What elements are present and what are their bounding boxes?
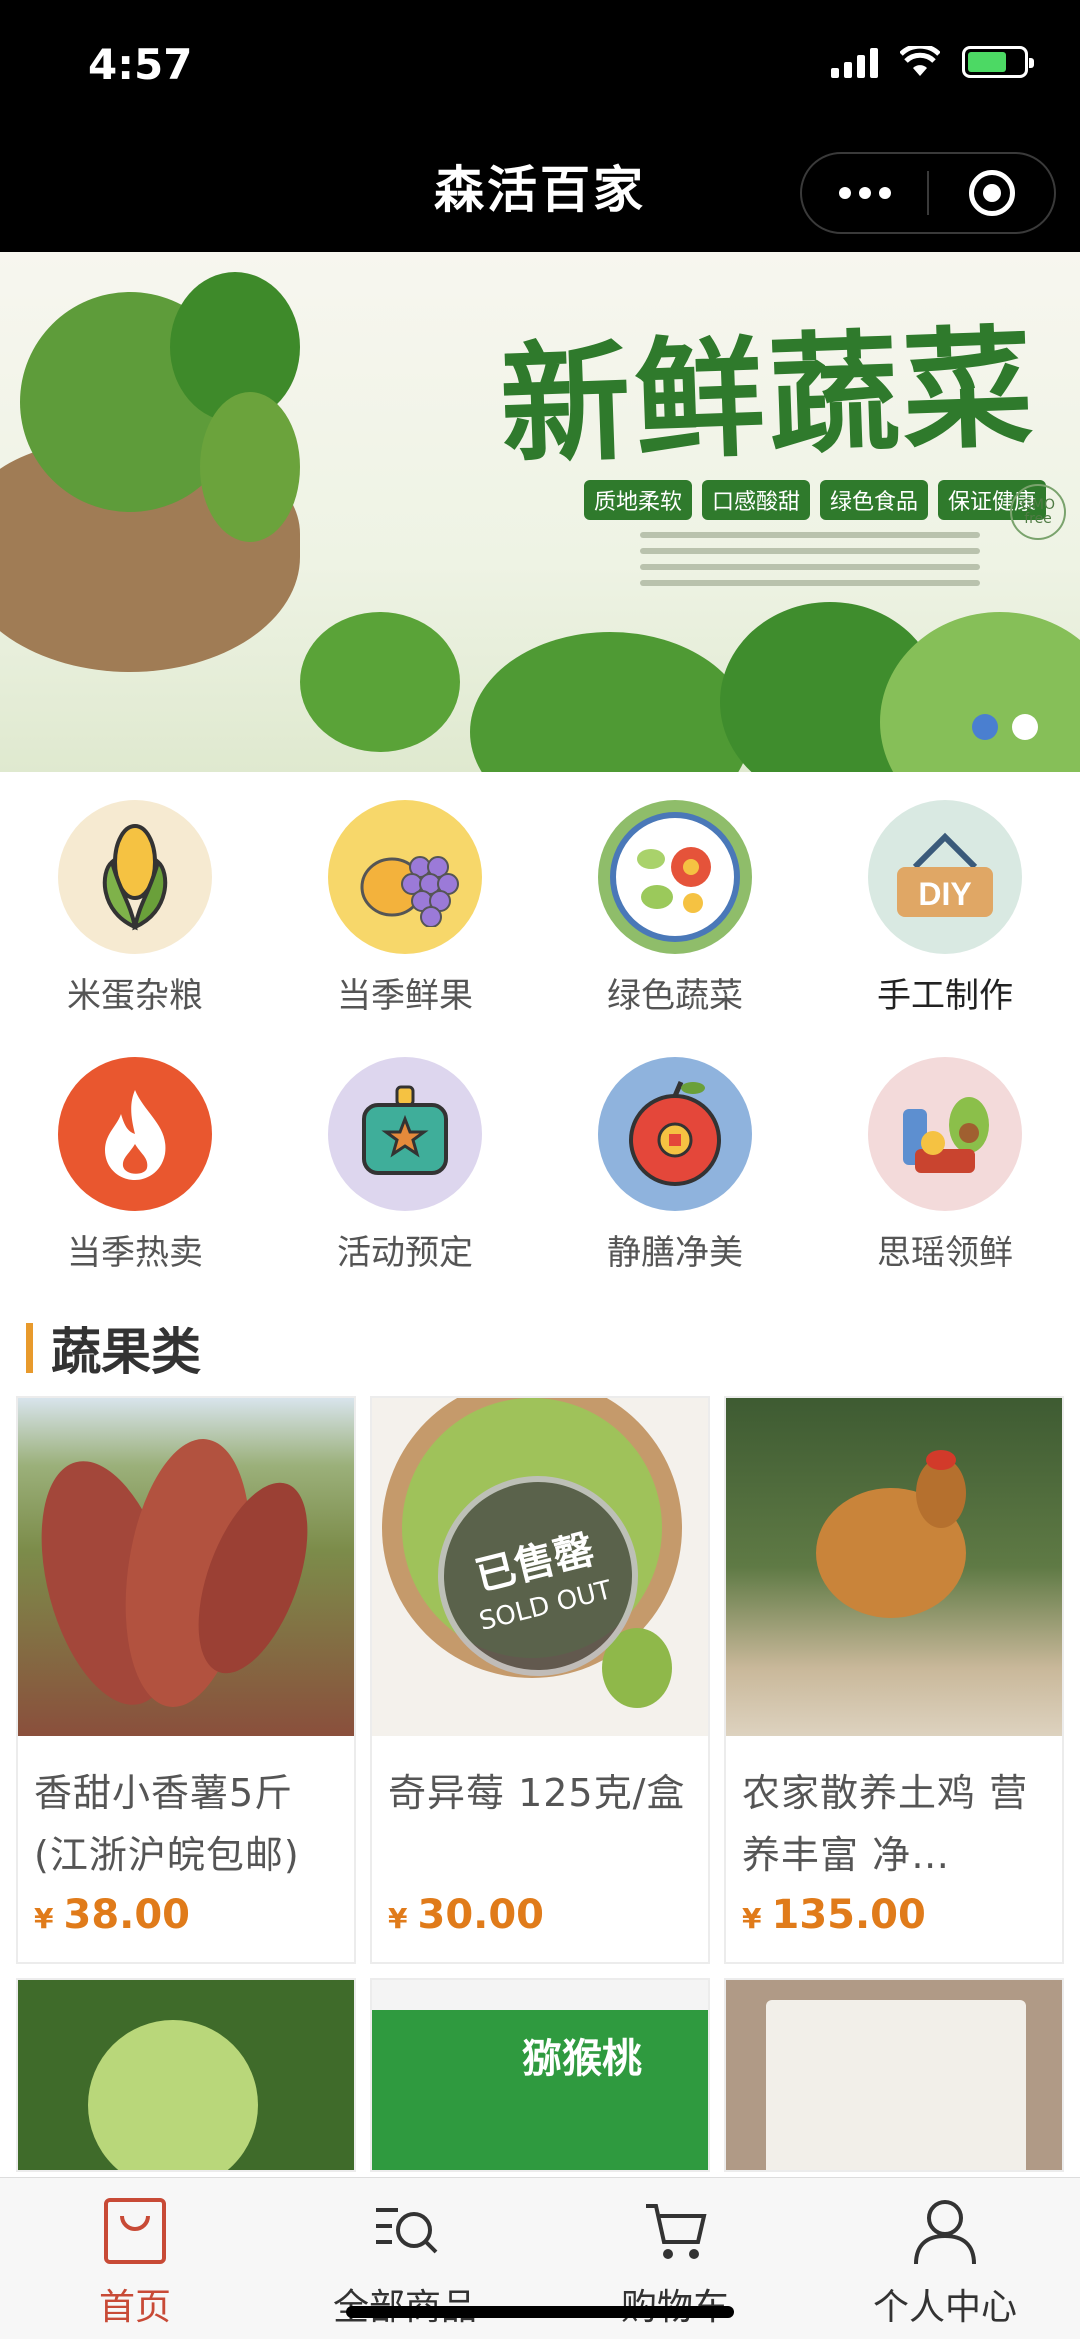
category-item[interactable]: 当季鲜果: [270, 800, 540, 1017]
main-content: 米蛋杂粮 当季鲜果 绿色蔬菜 DIY 手工制作 当季热卖 活动预定 静膳净美 思…: [0, 772, 1080, 2177]
shopping-bag-icon: [104, 2198, 166, 2264]
section-title: 蔬果类: [26, 1312, 201, 1384]
banner-tag: 绿色食品: [820, 480, 929, 520]
close-button[interactable]: [929, 154, 1054, 232]
free-range-chicken-image: [726, 1398, 1062, 1736]
category-label: 米蛋杂粮: [67, 976, 203, 1016]
cart-icon: [646, 2204, 707, 2259]
status-icons: [831, 46, 1034, 78]
box-label: 猕猴桃: [522, 2036, 642, 2082]
banner-tags: 质地柔软 口感酸甜 绿色食品 保证健康: [584, 480, 1047, 520]
mini-program-capsule: [800, 152, 1056, 234]
category-item[interactable]: 米蛋杂粮: [0, 800, 270, 1017]
greens-pile-image: [470, 632, 750, 772]
fruit-icon: [328, 800, 482, 954]
tab-label: 个人中心: [872, 2287, 1017, 2328]
top-bar: 4:57 森活百家: [0, 0, 1080, 252]
banner-indicator[interactable]: [1012, 714, 1038, 740]
kiwi-box-image: 猕猴桃: [372, 1980, 708, 2170]
user-icon: [914, 2200, 976, 2265]
category-label: 手工制作: [877, 976, 1013, 1016]
sweet-potato-image: [18, 1398, 354, 1736]
tab-label: 全部商品: [333, 2278, 477, 2330]
category-item[interactable]: 当季热卖: [0, 1057, 270, 1274]
home-indicator[interactable]: [346, 2306, 734, 2318]
product-card[interactable]: 猕猴桃: [370, 1978, 710, 2172]
product-card[interactable]: 香甜小香薯5斤(江浙沪皖包邮) ¥38.00: [16, 1396, 356, 1964]
gift-box-image: [726, 1980, 1062, 2170]
product-price: ¥30.00: [388, 1892, 545, 1938]
banner-fine-print: [640, 522, 980, 586]
flame-icon: [58, 1057, 212, 1211]
category-item[interactable]: 静膳净美: [540, 1057, 810, 1274]
product-name: 农家散养土鸡 营养丰富 净…: [742, 1771, 1029, 1877]
category-item[interactable]: 绿色蔬菜: [540, 800, 810, 1017]
category-label: 活动预定: [337, 1233, 473, 1273]
tab-label: 购物车: [621, 2278, 729, 2330]
product-grid: 香甜小香薯5斤(江浙沪皖包邮) ¥38.00 已售罄 SOLD OUT 奇异莓 …: [16, 1396, 1066, 2172]
svg-text:DIY: DIY: [918, 876, 971, 912]
product-name: 奇异莓 125克/盒: [388, 1771, 686, 1815]
category-label: 当季鲜果: [337, 976, 473, 1016]
tab-label: 首页: [98, 2287, 171, 2328]
grapes-image: [18, 1980, 354, 2170]
diy-basket-icon: DIY: [868, 800, 1022, 954]
battery-icon: [962, 46, 1034, 78]
category-grid: 米蛋杂粮 当季鲜果 绿色蔬菜 DIY 手工制作 当季热卖 活动预定 静膳净美 思…: [0, 800, 1080, 1274]
category-label: 思瑶领鲜: [877, 1233, 1013, 1273]
more-dots-icon: [838, 187, 891, 199]
category-label: 静膳净美: [607, 1233, 743, 1273]
product-card[interactable]: 农家散养土鸡 营养丰富 净… ¥135.00: [724, 1396, 1064, 1964]
banner-indicator-active[interactable]: [972, 714, 998, 740]
product-price: ¥135.00: [742, 1892, 926, 1938]
category-label: 绿色蔬菜: [607, 976, 743, 1016]
product-price: ¥38.00: [34, 1892, 191, 1938]
tab-home[interactable]: 首页: [0, 2178, 270, 2339]
category-item[interactable]: DIY 手工制作: [810, 800, 1080, 1017]
category-item[interactable]: 活动预定: [270, 1057, 540, 1274]
banner-tag: 质地柔软: [584, 480, 693, 520]
status-time: 4:57: [88, 40, 193, 89]
signal-icon: [831, 46, 878, 78]
product-card[interactable]: [724, 1978, 1064, 2172]
corn-icon: [58, 800, 212, 954]
promo-banner[interactable]: 新鲜蔬菜 质地柔软 口感酸甜 绿色食品 保证健康 GMO free: [0, 252, 1080, 772]
banner-tag: 口感酸甜: [702, 480, 811, 520]
wifi-icon: [900, 46, 940, 76]
vegetable-plate-icon: [598, 800, 752, 954]
product-card[interactable]: 已售罄 SOLD OUT 奇异莓 125克/盒 ¥30.00: [370, 1396, 710, 1964]
target-icon: [968, 170, 1015, 216]
pepper-image-2: [300, 612, 460, 752]
cucumber-image: [200, 392, 300, 542]
category-item[interactable]: 思瑶领鲜: [810, 1057, 1080, 1274]
search-list-icon: [376, 2208, 438, 2254]
gmo-free-badge: GMO free: [1010, 484, 1066, 540]
category-label: 当季热卖: [67, 1233, 203, 1273]
gift-sign-icon: [328, 1057, 482, 1211]
product-card[interactable]: [16, 1978, 356, 2172]
banner-title: 新鲜蔬菜: [497, 310, 1039, 483]
apple-coin-icon: [598, 1057, 752, 1211]
more-button[interactable]: [802, 154, 927, 232]
tab-profile[interactable]: 个人中心: [810, 2178, 1080, 2339]
kiwi-berry-image: 已售罄 SOLD OUT: [372, 1398, 708, 1736]
product-name: 香甜小香薯5斤(江浙沪皖包邮): [34, 1771, 300, 1877]
grocery-icon: [868, 1057, 1022, 1211]
